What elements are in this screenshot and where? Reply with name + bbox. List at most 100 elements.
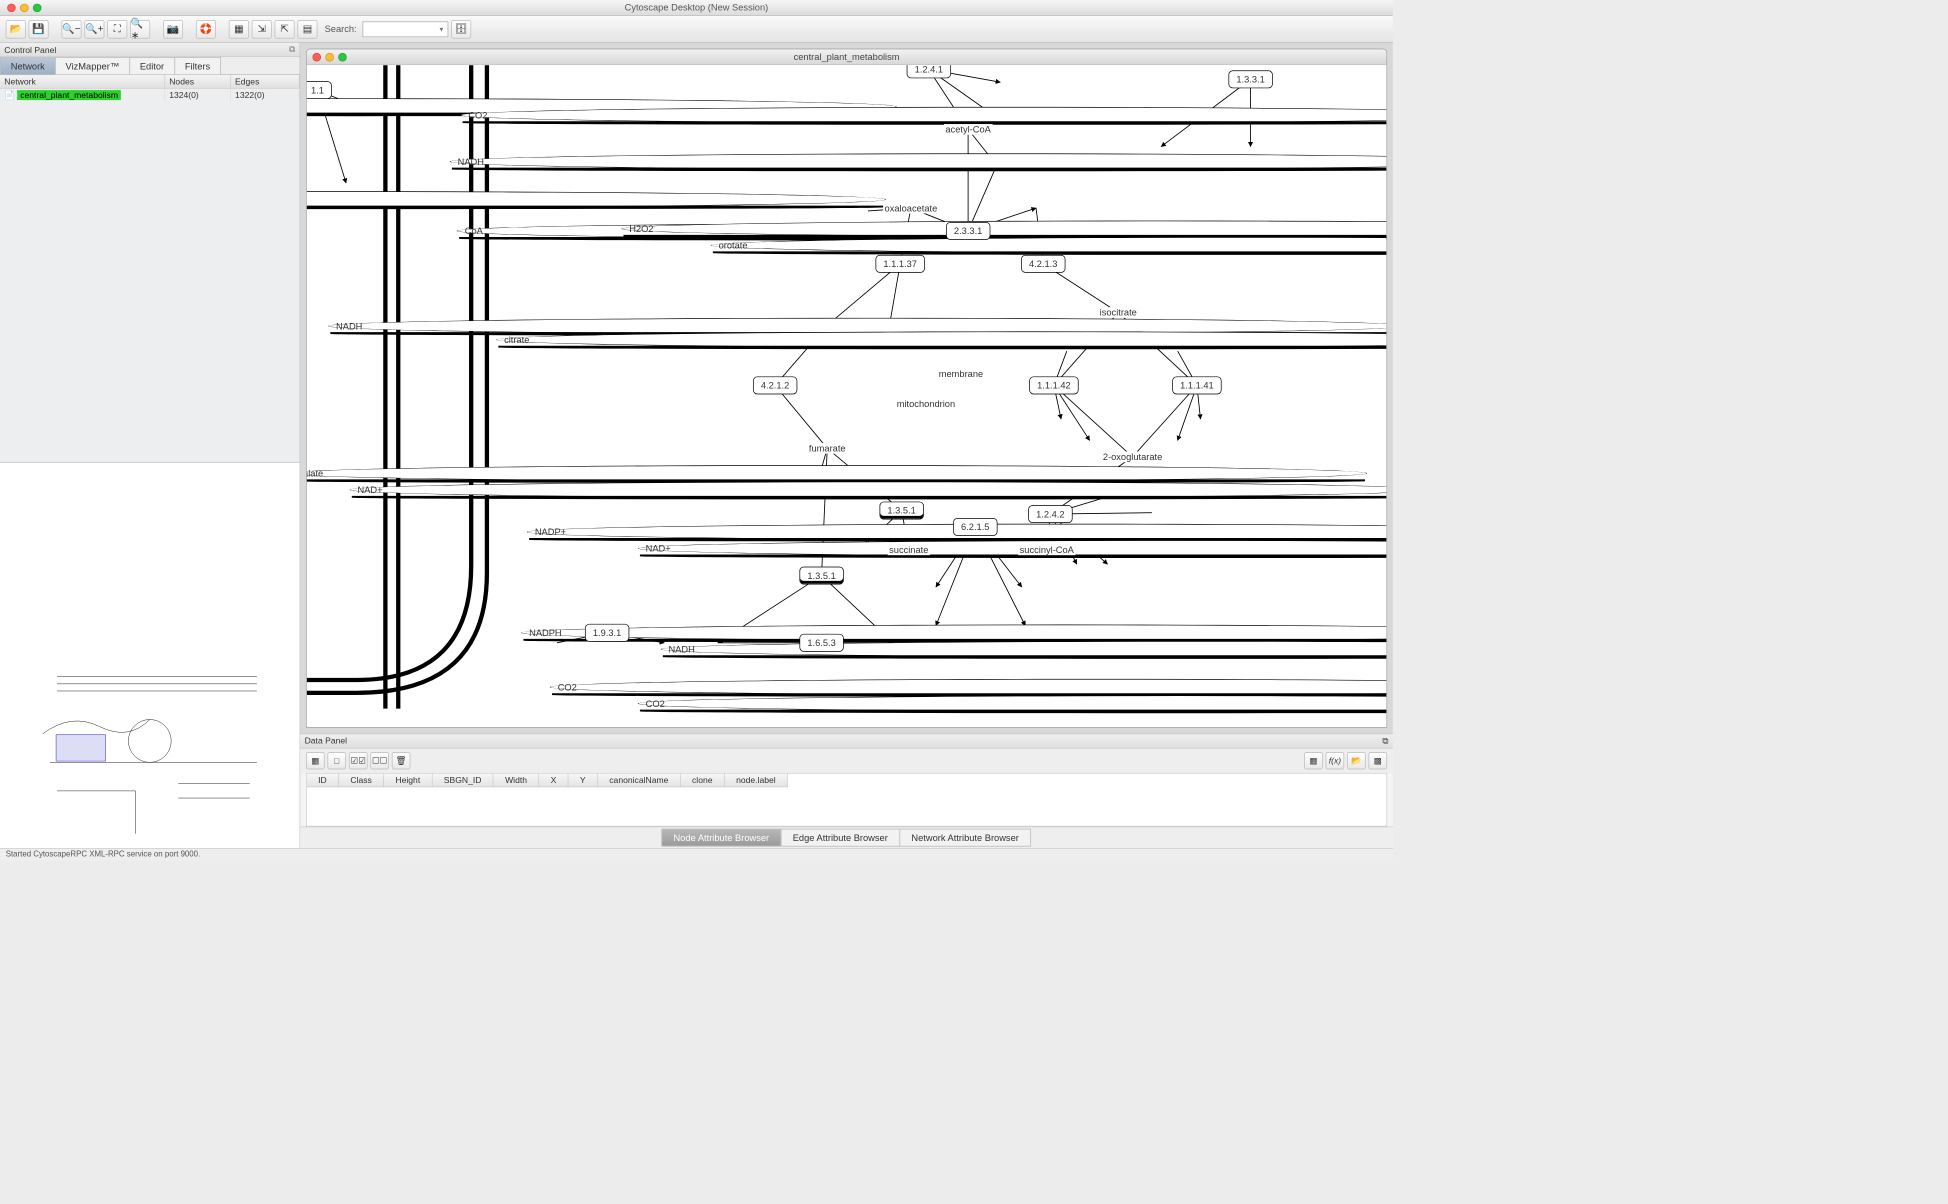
open-file-button[interactable]: 📂	[6, 20, 26, 39]
close-network-button[interactable]	[312, 53, 321, 62]
zoom-selected-button[interactable]: 🔍∗	[130, 20, 150, 39]
node-nadh_r[interactable]: NADH	[661, 641, 1387, 657]
data-panel: Data Panel ⧉ ▦ □ ☑☑ ☐☐ 🗑 ▦ f(x) 📂 ▩ IDCl…	[300, 734, 1393, 848]
attr-col-SBGN_ID[interactable]: SBGN_ID	[432, 774, 493, 787]
minimize-window-button[interactable]	[20, 3, 29, 12]
dp-heatmap-button[interactable]: ▩	[1369, 752, 1388, 769]
node-n_1_2_4_2[interactable]: 1.2.4.2	[1028, 505, 1072, 523]
tab-edge-attr-browser[interactable]: Edge Attribute Browser	[781, 829, 900, 847]
node-n_1_6_5_3[interactable]: 1.6.5.3	[799, 634, 843, 652]
network-graph-canvas[interactable]: membrane mitochondrion 1.1oxaloacetateL-…	[307, 65, 1387, 727]
attribute-table[interactable]: IDClassHeightSBGN_IDWidthXYcanonicalName…	[306, 773, 1387, 827]
node-co2_r1[interactable]: CO2	[550, 679, 1387, 695]
dp-create-attr-button[interactable]: □	[327, 752, 346, 769]
search-dropdown-icon[interactable]: ▼	[438, 25, 444, 32]
node-succinate[interactable]: succinate	[888, 544, 930, 555]
node-nad_r[interactable]: NAD+	[638, 540, 1387, 556]
tab-editor[interactable]: Editor	[129, 57, 175, 74]
node-citrate[interactable]: citrate	[496, 331, 1386, 347]
attr-col-X[interactable]: X	[539, 774, 568, 787]
search-input[interactable]	[366, 24, 438, 34]
minimize-network-button[interactable]	[325, 53, 334, 62]
status-text: Started CytoscapeRPC XML-RPC service on …	[6, 850, 201, 859]
help-button[interactable]: 🛟	[196, 20, 216, 39]
overview-viewport[interactable]	[56, 734, 106, 761]
node-n_1_1_1_37[interactable]: 1.1.1.37	[876, 255, 925, 273]
zoom-window-button[interactable]	[33, 3, 42, 12]
tab-network[interactable]: Network	[0, 57, 56, 74]
node-n_1_3_5_1b[interactable]: 1.3.5.1	[799, 567, 843, 585]
node-nadh_t[interactable]: NADH	[450, 153, 1387, 169]
zoom-network-button[interactable]	[338, 53, 347, 62]
node-orotate[interactable]: orotate	[711, 237, 1387, 253]
dp-unselect-button[interactable]: ☐☐	[370, 752, 389, 769]
node-n_4_2_1_2[interactable]: 4.2.1.2	[753, 376, 797, 394]
attr-col-Width[interactable]: Width	[493, 774, 539, 787]
zoom-out-button[interactable]: 🔍−	[61, 20, 81, 39]
zoom-in-button[interactable]: 🔍+	[84, 20, 104, 39]
node-oxaloacetate2[interactable]: oxaloacetate	[883, 203, 939, 214]
node-n_1_1_1_42[interactable]: 1.1.1.42	[1029, 376, 1078, 394]
status-bar: Started CytoscapeRPC XML-RPC service on …	[0, 848, 1393, 861]
data-panel-header: Data Panel ⧉	[300, 734, 1393, 748]
node-co2_t[interactable]: CO2	[460, 107, 1386, 123]
control-panel-header: Control Panel ⧉	[0, 43, 300, 57]
col-network[interactable]: Network	[0, 75, 165, 88]
node-h2o2[interactable]: H2O2	[621, 221, 1386, 237]
network-row[interactable]: 📄 central_plant_metabolism 1324(0) 1322(…	[0, 88, 299, 101]
node-fumarate[interactable]: fumarate	[807, 443, 847, 454]
node-n_1_3_3_1[interactable]: 1.3.3.1	[1228, 70, 1272, 88]
node-n_1_1_1_41[interactable]: 1.1.1.41	[1172, 376, 1221, 394]
main-toolbar: 📂 💾 🔍− 🔍+ ⛶ 🔍∗ 📷 🛟 ▦ ⇲ ⇱ ▤ Search: ▼ 🗄	[0, 16, 1393, 43]
network-overview[interactable]	[0, 462, 300, 848]
search-go-button[interactable]: 🗄	[451, 20, 471, 39]
attr-col-node.label[interactable]: node.label	[724, 774, 787, 787]
node-nad_m[interactable]: NAD+	[350, 482, 1387, 498]
apply-vs-button[interactable]: ▤	[297, 20, 317, 39]
node-n_1_1[interactable]: 1.1	[307, 81, 332, 99]
close-window-button[interactable]	[7, 3, 16, 12]
preferences-button[interactable]: ▦	[229, 20, 249, 39]
network-list[interactable]: Network Nodes Edges 📄 central_plant_meta…	[0, 75, 300, 462]
dp-select-all-button[interactable]: ☑☑	[349, 752, 368, 769]
node-n_1_3_5_1a[interactable]: 1.3.5.1	[880, 502, 924, 520]
dp-function-button[interactable]: f(x)	[1326, 752, 1345, 769]
attr-col-clone[interactable]: clone	[680, 774, 724, 787]
tab-vizmapper[interactable]: VizMapper™	[55, 57, 130, 74]
detach-panel-icon[interactable]: ⧉	[289, 44, 295, 55]
node-acetylcoa[interactable]: acetyl-CoA	[944, 124, 992, 135]
node-n_6_2_1_5[interactable]: 6.2.1.5	[953, 518, 997, 536]
node-n_2_3_3_1[interactable]: 2.3.3.1	[946, 222, 990, 240]
attr-col-Height[interactable]: Height	[384, 774, 432, 787]
search-box[interactable]: ▼	[362, 21, 448, 37]
node-succcoa[interactable]: succinyl-CoA	[1018, 544, 1075, 555]
dp-import-button[interactable]: 📂	[1347, 752, 1366, 769]
node-co2_r2[interactable]: CO2	[638, 695, 1387, 711]
layout-button-2[interactable]: ⇱	[275, 20, 295, 39]
dp-delete-button[interactable]: 🗑	[392, 752, 411, 769]
node-isocitrate[interactable]: isocitrate	[1098, 307, 1138, 318]
col-edges[interactable]: Edges	[230, 75, 299, 88]
node-n_4_2_1_3[interactable]: 4.2.1.3	[1021, 255, 1065, 273]
node-nadph[interactable]: NADPH	[521, 625, 1386, 641]
tab-filters[interactable]: Filters	[174, 57, 221, 74]
detach-data-panel-icon[interactable]: ⧉	[1382, 736, 1388, 747]
layout-button-1[interactable]: ⇲	[252, 20, 272, 39]
attr-col-ID[interactable]: ID	[307, 774, 339, 787]
tab-network-attr-browser[interactable]: Network Attribute Browser	[899, 829, 1031, 847]
save-file-button[interactable]: 💾	[29, 20, 49, 39]
node-malate[interactable]: malate	[307, 465, 1367, 481]
tab-node-attr-browser[interactable]: Node Attribute Browser	[661, 829, 781, 847]
window-title: Cytoscape Desktop (New Session)	[625, 2, 769, 13]
node-oxoglut[interactable]: 2-oxoglutarate	[1101, 452, 1163, 463]
col-nodes[interactable]: Nodes	[165, 75, 231, 88]
attr-col-canonicalName[interactable]: canonicalName	[597, 774, 680, 787]
zoom-fit-button[interactable]: ⛶	[107, 20, 127, 39]
attr-col-Y[interactable]: Y	[568, 774, 597, 787]
dp-spreadsheet-button[interactable]: ▦	[1304, 752, 1323, 769]
snapshot-button[interactable]: 📷	[163, 20, 183, 39]
attr-col-Class[interactable]: Class	[339, 774, 384, 787]
node-n_1_9_3_1[interactable]: 1.9.3.1	[585, 624, 629, 642]
node-n_1_2_4_1[interactable]: 1.2.4.1	[907, 65, 951, 78]
dp-select-attrs-button[interactable]: ▦	[306, 752, 325, 769]
